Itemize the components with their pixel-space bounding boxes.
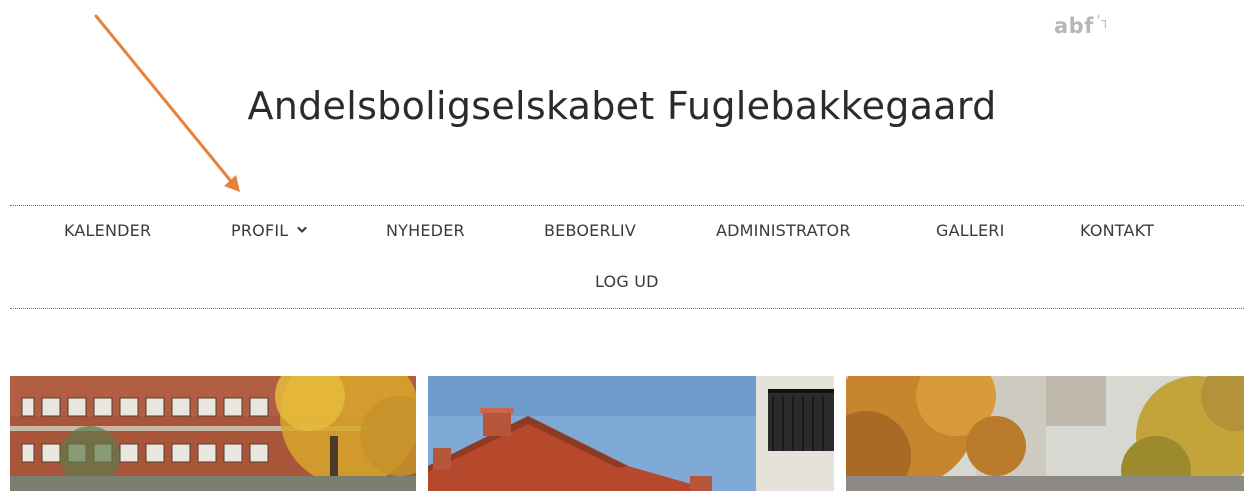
abf-logo[interactable]: abf '┐: [1054, 14, 1110, 38]
nav-item-beboerliv[interactable]: BEBOERLIV: [544, 221, 636, 240]
chevron-down-icon: [297, 226, 308, 233]
nav-divider-bottom: [10, 308, 1244, 309]
nav-item-label: NYHEDER: [386, 221, 465, 240]
nav-item-kalender[interactable]: KALENDER: [64, 221, 151, 240]
nav-item-label: PROFIL: [231, 221, 289, 240]
nav-item-log-ud[interactable]: LOG UD: [595, 272, 659, 291]
nav-divider-top: [10, 205, 1244, 206]
nav-item-label: GALLERI: [936, 221, 1005, 240]
abf-logo-mark: '┐: [1096, 14, 1111, 29]
nav-item-label: BEBOERLIV: [544, 221, 636, 240]
abf-logo-text: abf: [1054, 14, 1094, 38]
gallery-image-autumn-trees[interactable]: [846, 376, 1244, 491]
nav-item-kontakt[interactable]: KONTAKT: [1080, 221, 1154, 240]
nav-item-label: KONTAKT: [1080, 221, 1155, 240]
gallery-image-brick-building[interactable]: [10, 376, 416, 491]
site-title[interactable]: Andelsboligselskabet Fuglebakkegaard: [0, 84, 1244, 128]
nav-item-galleri[interactable]: GALLERI: [936, 221, 1005, 240]
nav-item-label: KALENDER: [64, 221, 152, 240]
nav-item-nyheder[interactable]: NYHEDER: [386, 221, 465, 240]
nav-item-label: ADMINISTRATOR: [716, 221, 851, 240]
nav-item-label: LOG UD: [595, 272, 659, 291]
nav-item-administrator[interactable]: ADMINISTRATOR: [716, 221, 851, 240]
gallery-image-roof[interactable]: [428, 376, 834, 491]
nav-item-profil[interactable]: PROFIL: [231, 221, 308, 240]
